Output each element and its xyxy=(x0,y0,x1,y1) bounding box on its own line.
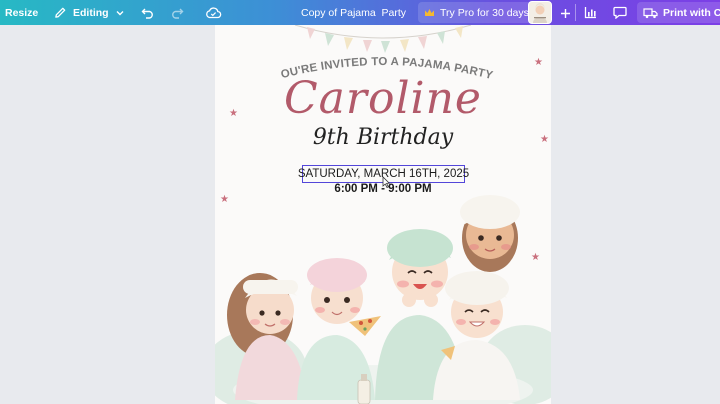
comments-button[interactable] xyxy=(608,2,632,23)
avatar[interactable] xyxy=(528,1,552,24)
redo-icon xyxy=(170,7,184,19)
name-heading[interactable]: Caroline xyxy=(215,73,551,124)
bar-chart-icon xyxy=(584,6,597,19)
time-text[interactable]: 6:00 PM - 9:00 PM xyxy=(215,183,551,195)
crown-icon xyxy=(424,8,435,18)
toolbar-divider xyxy=(575,4,576,21)
birthday-heading[interactable]: 9th Birthday xyxy=(215,125,551,150)
plus-icon xyxy=(560,8,571,19)
redo-button[interactable] xyxy=(170,0,184,25)
document-title-label: Copy of Pajama Party xyxy=(301,6,407,19)
star-decoration: ★ xyxy=(534,57,543,68)
bunting-decoration xyxy=(294,25,472,53)
print-with-canva-button[interactable]: Print with Canva xyxy=(637,2,720,23)
editing-label: Editing xyxy=(73,6,109,19)
chevron-down-icon xyxy=(115,8,125,18)
comment-icon xyxy=(613,6,627,19)
pencil-icon xyxy=(54,6,67,19)
truck-icon xyxy=(643,7,658,19)
try-pro-label: Try Pro for 30 days xyxy=(440,6,529,19)
resize-button[interactable]: Resize xyxy=(5,0,38,25)
design-page[interactable]: YOU'RE INVITED TO A PAJAMA PARTY! ★ ★ ★ … xyxy=(215,25,551,404)
undo-button[interactable] xyxy=(141,0,155,25)
analytics-button[interactable] xyxy=(578,2,602,23)
cloud-check-icon xyxy=(205,6,222,19)
print-label: Print with Canva xyxy=(663,6,720,19)
try-pro-button[interactable]: Try Pro for 30 days xyxy=(418,2,537,23)
undo-icon xyxy=(141,7,155,19)
save-status-button[interactable] xyxy=(205,0,222,25)
add-collaborator-button[interactable] xyxy=(556,4,574,22)
editing-mode-button[interactable]: Editing xyxy=(54,0,125,25)
document-title[interactable]: Copy of Pajama Party xyxy=(301,0,406,25)
editor-toolbar: Resize Editing Copy of Pajama Party Try … xyxy=(0,0,720,25)
resize-label: Resize xyxy=(5,6,39,19)
